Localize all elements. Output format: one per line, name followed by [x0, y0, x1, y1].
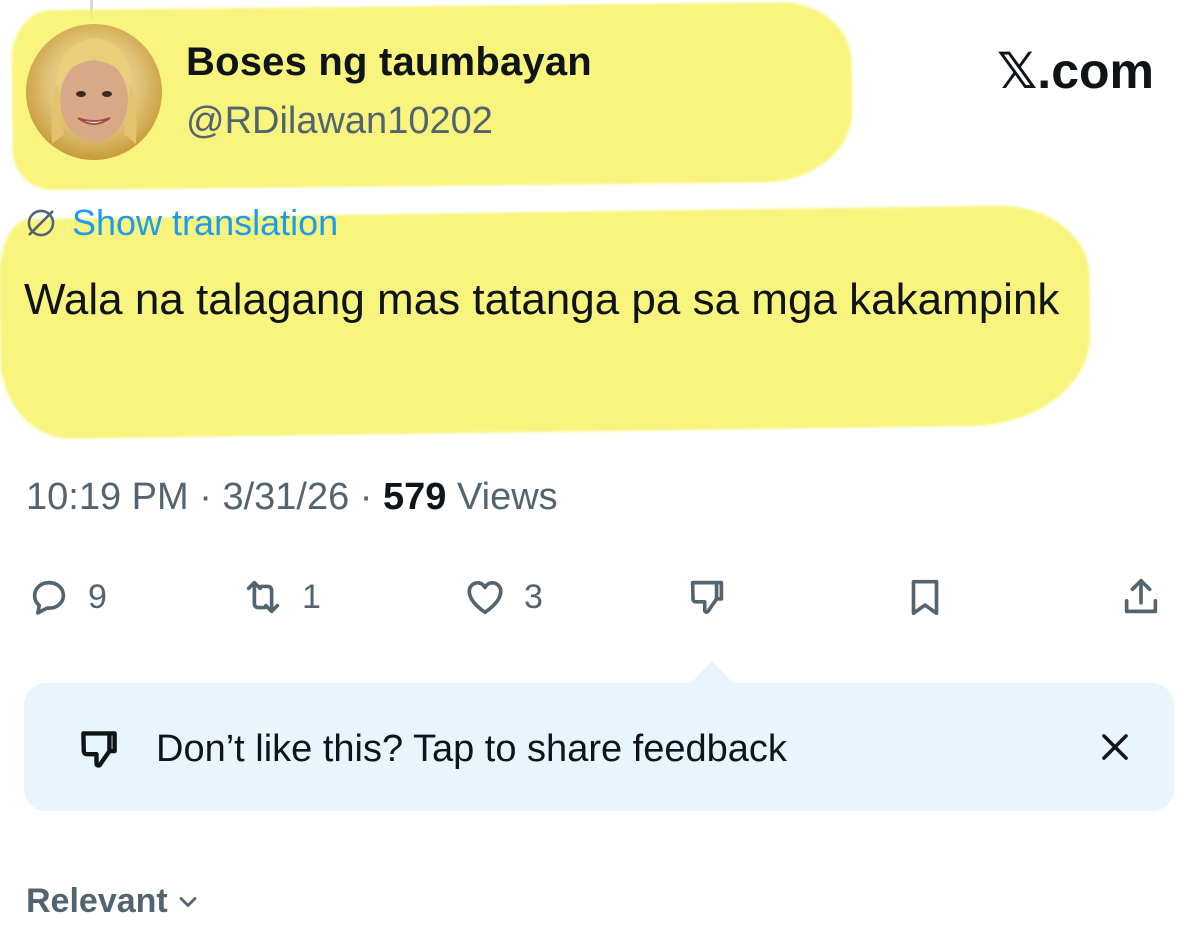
tweet-meta: 10:19 PM · 3/31/26 · 579 Views	[26, 476, 558, 519]
feedback-text: Don’t like this? Tap to share feedback	[156, 727, 787, 770]
avatar-image	[51, 38, 137, 144]
site-domain: .com	[1037, 43, 1154, 99]
dislike-button[interactable]	[684, 574, 730, 620]
sort-label: Relevant	[26, 882, 168, 920]
bookmark-icon	[911, 579, 939, 616]
reply-icon	[32, 580, 66, 615]
like-count: 3	[524, 577, 543, 616]
meta-separator: ·	[359, 476, 373, 518]
tweet-text: Wala na talagang mas tatanga pa sa mga k…	[24, 275, 1060, 324]
reply-button[interactable]: 9	[26, 574, 107, 620]
repost-icon	[246, 580, 280, 614]
close-icon[interactable]	[1096, 728, 1134, 766]
views-label: Views	[456, 476, 558, 518]
feedback-prompt[interactable]: Don’t like this? Tap to share feedback	[74, 724, 787, 774]
views-count: 579	[383, 476, 447, 518]
show-translation-link[interactable]: Show translation	[24, 202, 338, 244]
sort-replies-dropdown[interactable]: Relevant	[26, 882, 202, 921]
site-watermark: 𝕏 .com	[997, 42, 1154, 100]
thumbs-down-icon	[81, 731, 117, 768]
bookmark-button[interactable]	[902, 574, 948, 620]
reply-count: 9	[88, 577, 107, 616]
globe-slash-icon	[27, 209, 55, 237]
repost-count: 1	[302, 577, 321, 616]
avatar[interactable]	[26, 24, 162, 160]
thumbs-down-icon	[690, 580, 724, 614]
chevron-down-icon	[179, 896, 197, 907]
feedback-pointer	[690, 661, 734, 684]
author-display-name[interactable]: Boses ng taumbayan	[186, 40, 592, 85]
show-translation-label: Show translation	[72, 202, 339, 243]
author-handle[interactable]: @RDilawan10202	[186, 100, 493, 143]
like-button[interactable]: 3	[462, 574, 543, 620]
repost-button[interactable]: 1	[240, 574, 321, 620]
heart-icon	[467, 580, 503, 615]
x-logo-icon: 𝕏	[997, 42, 1038, 100]
meta-separator: ·	[199, 476, 212, 518]
share-button[interactable]	[1118, 574, 1164, 620]
tweet-date[interactable]: 3/31/26	[222, 476, 349, 518]
share-icon	[1124, 578, 1158, 614]
tweet-time[interactable]: 10:19 PM	[26, 476, 189, 518]
